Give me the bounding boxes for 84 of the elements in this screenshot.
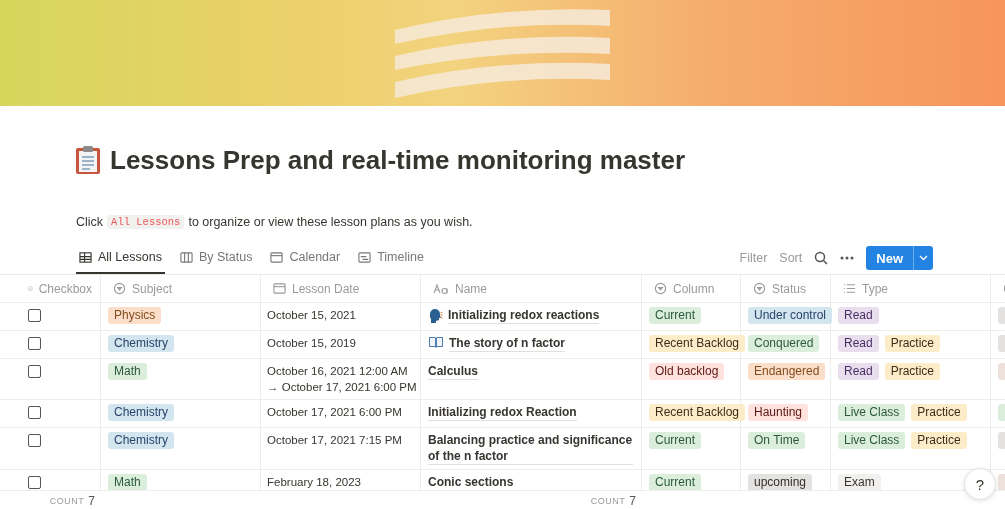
tag: Current <box>649 474 701 490</box>
tag: upcoming <box>748 474 813 490</box>
tag: Endangered <box>748 363 826 380</box>
lesson-name[interactable]: Initializing redox reactions <box>448 307 600 324</box>
date-text: October 16, 2021 12:00 AM <box>267 364 409 379</box>
checkbox[interactable] <box>28 434 41 447</box>
tag: Read <box>838 363 879 380</box>
lesson-name[interactable]: Calculus <box>428 363 478 380</box>
columns-icon <box>179 250 193 264</box>
date-text: October 15, 2021 <box>267 308 357 323</box>
tag: Recent Backlog <box>649 335 746 352</box>
checkbox[interactable] <box>28 406 41 419</box>
tag: Exam <box>838 474 881 490</box>
tag: Recent Backlog <box>649 404 746 421</box>
view-tab[interactable]: Timeline <box>355 242 427 274</box>
view-name-code: All Lessons <box>107 215 185 229</box>
lesson-name[interactable]: Balancing practice and significance of the n factor <box>428 432 633 465</box>
tag: Physics <box>108 307 162 324</box>
intro-text: Click <box>76 215 104 229</box>
tag: Old backlog <box>649 363 725 380</box>
date-text: October 17, 2021 6:00 PM <box>267 405 403 420</box>
lesson-name[interactable]: Conic sections <box>428 474 514 490</box>
tag: Current <box>649 432 701 449</box>
date-text: October 15, 2019 <box>267 336 357 351</box>
tag: Haunting <box>748 404 809 421</box>
column-header[interactable]: Column <box>642 275 741 302</box>
clipboard-icon <box>74 145 102 175</box>
timeline-icon <box>358 250 372 264</box>
lesson-name[interactable]: The story of n factor <box>449 335 565 352</box>
tag: Math <box>108 363 147 380</box>
count-label: COUNT <box>590 496 626 506</box>
sort-button[interactable]: Sort <box>779 251 803 265</box>
tag: Practice <box>884 335 941 352</box>
column-header[interactable]: Type <box>831 275 991 302</box>
dropdown-icon <box>753 282 766 295</box>
date-text: February 18, 2023 <box>267 475 362 490</box>
date-text: → October 17, 2021 6:00 PM <box>267 380 416 395</box>
table-icon <box>79 250 92 264</box>
checkbox[interactable] <box>28 337 41 350</box>
tag: Read <box>838 307 879 324</box>
help-button[interactable]: ? <box>964 468 996 500</box>
view-tab[interactable]: By Status <box>176 242 256 274</box>
calendar-icon <box>270 250 284 264</box>
tag: Current <box>649 307 701 324</box>
count-value: 7 <box>88 494 95 508</box>
count-label: COUNT <box>49 496 85 506</box>
tag: Chemistry <box>108 335 174 352</box>
tag: Chemistry <box>108 404 174 421</box>
column-header[interactable]: Name <box>421 275 642 302</box>
checkbox[interactable] <box>28 309 41 322</box>
count-value: 7 <box>629 494 636 508</box>
column-header[interactable]: Lesson Date <box>261 275 421 302</box>
more-icon[interactable] <box>840 256 855 260</box>
checkbox[interactable] <box>28 365 41 378</box>
speaking-head-icon <box>428 307 443 323</box>
list-icon <box>843 282 856 295</box>
search-icon[interactable] <box>814 251 829 265</box>
lesson-name[interactable]: Initializing redox Reaction <box>428 404 577 421</box>
filter-button[interactable]: Filter <box>739 251 768 265</box>
dropdown-icon <box>654 282 667 295</box>
tag: Live Class <box>838 404 906 421</box>
tag: Chemistry <box>108 432 174 449</box>
dropdown-icon <box>113 282 126 295</box>
tag: Practice <box>884 363 941 380</box>
tag: Live Class <box>838 432 906 449</box>
tag: Math <box>108 474 147 490</box>
column-header[interactable]: Checkbox <box>0 275 101 302</box>
text-icon <box>433 282 449 295</box>
tag: On Time <box>748 432 806 449</box>
view-tab[interactable]: All Lessons <box>76 242 165 274</box>
view-tab[interactable]: Calendar <box>267 242 344 274</box>
tag: Practice <box>911 432 967 449</box>
tag: Under control <box>748 307 833 324</box>
calendar-icon <box>273 282 286 295</box>
tag: Practice <box>911 404 967 421</box>
intro-text: to organize or view these lesson plans as you wish. <box>188 215 473 229</box>
column-header[interactable]: Status <box>741 275 831 302</box>
date-text: October 17, 2021 7:15 PM <box>267 433 403 448</box>
tag: Read <box>838 335 879 352</box>
column-header[interactable]: Subject <box>101 275 261 302</box>
checkbox[interactable] <box>28 476 41 489</box>
page-title: Lessons Prep and real-time monitoring master <box>110 144 686 176</box>
open-book-icon <box>428 335 444 349</box>
tag: Conquered <box>748 335 820 352</box>
